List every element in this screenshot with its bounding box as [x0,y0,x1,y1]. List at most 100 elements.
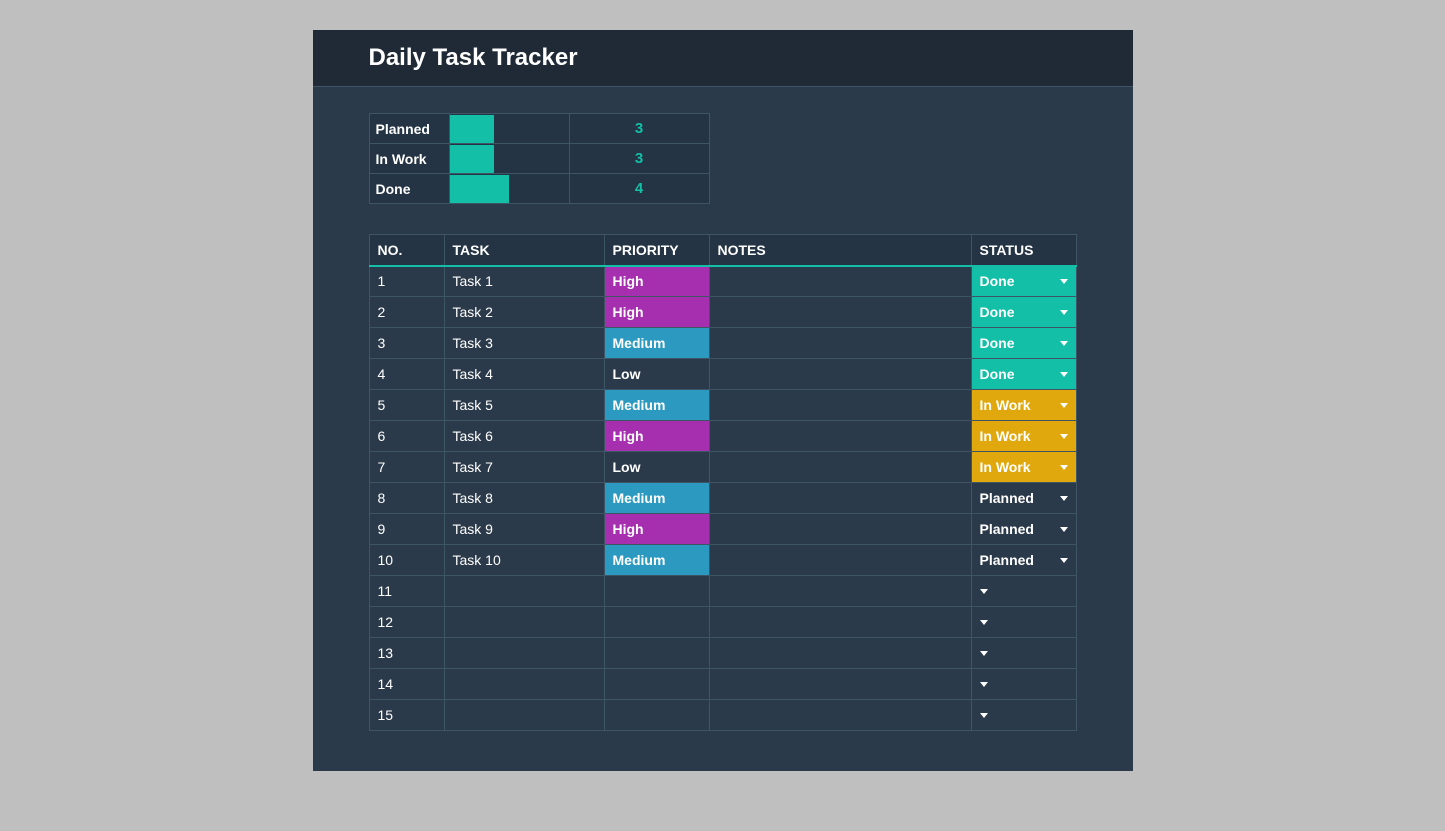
cell-notes[interactable] [709,452,971,483]
cell-notes[interactable] [709,297,971,328]
cell-no[interactable]: 7 [369,452,444,483]
cell-status[interactable]: Done [971,359,1076,390]
cell-priority[interactable] [604,638,709,669]
cell-status[interactable]: Done [971,328,1076,359]
cell-task[interactable]: Task 6 [444,421,604,452]
cell-status[interactable] [971,607,1076,638]
cell-priority[interactable]: High [604,297,709,328]
cell-priority[interactable]: High [604,421,709,452]
cell-notes[interactable] [709,483,971,514]
status-dropdown[interactable]: Done [972,328,1076,358]
priority-badge: High [605,267,709,297]
status-dropdown[interactable] [972,607,1076,637]
status-dropdown[interactable] [972,576,1076,606]
cell-notes[interactable] [709,545,971,576]
cell-task-text: Task 3 [445,335,604,351]
cell-priority[interactable] [604,700,709,731]
cell-no[interactable]: 2 [369,297,444,328]
cell-status[interactable] [971,700,1076,731]
cell-task[interactable] [444,607,604,638]
chevron-down-icon [980,651,988,656]
cell-no[interactable]: 5 [369,390,444,421]
cell-status[interactable]: Planned [971,545,1076,576]
status-dropdown[interactable]: Planned [972,514,1076,544]
cell-task[interactable]: Task 4 [444,359,604,390]
cell-priority[interactable] [604,576,709,607]
cell-notes[interactable] [709,266,971,297]
cell-no[interactable]: 14 [369,669,444,700]
status-dropdown[interactable] [972,669,1076,699]
cell-priority[interactable]: High [604,514,709,545]
cell-notes[interactable] [709,700,971,731]
cell-status[interactable]: In Work [971,421,1076,452]
cell-task[interactable] [444,700,604,731]
cell-notes[interactable] [709,359,971,390]
chevron-down-icon [1060,310,1068,315]
cell-task[interactable]: Task 5 [444,390,604,421]
col-header-priority: PRIORITY [604,235,709,266]
cell-priority[interactable] [604,607,709,638]
cell-status[interactable]: In Work [971,452,1076,483]
cell-no[interactable]: 9 [369,514,444,545]
cell-no[interactable]: 12 [369,607,444,638]
cell-task[interactable] [444,669,604,700]
cell-notes[interactable] [709,421,971,452]
priority-label: Low [613,366,641,382]
cell-notes[interactable] [709,607,971,638]
cell-priority[interactable]: Medium [604,483,709,514]
status-dropdown[interactable] [972,638,1076,668]
cell-priority[interactable]: Medium [604,328,709,359]
status-dropdown[interactable]: Planned [972,545,1076,575]
cell-priority[interactable]: Low [604,452,709,483]
cell-notes[interactable] [709,390,971,421]
cell-status[interactable]: In Work [971,390,1076,421]
cell-no[interactable]: 11 [369,576,444,607]
cell-no[interactable]: 8 [369,483,444,514]
cell-task[interactable] [444,638,604,669]
cell-priority[interactable]: Medium [604,545,709,576]
status-dropdown[interactable]: In Work [972,452,1076,482]
cell-no[interactable]: 4 [369,359,444,390]
cell-task-text: Task 1 [445,273,604,289]
cell-notes[interactable] [709,638,971,669]
cell-no[interactable]: 1 [369,266,444,297]
status-dropdown[interactable]: Done [972,297,1076,327]
cell-no[interactable]: 6 [369,421,444,452]
cell-notes[interactable] [709,576,971,607]
cell-priority[interactable]: Medium [604,390,709,421]
cell-priority[interactable]: Low [604,359,709,390]
cell-task[interactable]: Task 10 [444,545,604,576]
cell-priority[interactable] [604,669,709,700]
cell-task[interactable] [444,576,604,607]
status-dropdown[interactable]: In Work [972,390,1076,420]
cell-task[interactable]: Task 1 [444,266,604,297]
cell-task[interactable]: Task 8 [444,483,604,514]
cell-task[interactable]: Task 3 [444,328,604,359]
status-dropdown[interactable]: Planned [972,483,1076,513]
cell-notes[interactable] [709,669,971,700]
cell-status[interactable]: Planned [971,483,1076,514]
status-dropdown[interactable]: In Work [972,421,1076,451]
status-dropdown[interactable] [972,700,1076,730]
cell-no-text: 10 [370,552,444,568]
cell-no[interactable]: 15 [369,700,444,731]
cell-no-text: 13 [370,645,444,661]
cell-no[interactable]: 10 [369,545,444,576]
status-dropdown[interactable]: Done [972,267,1076,297]
cell-task[interactable]: Task 2 [444,297,604,328]
cell-notes[interactable] [709,328,971,359]
cell-notes[interactable] [709,514,971,545]
cell-priority[interactable]: High [604,266,709,297]
cell-status[interactable]: Done [971,266,1076,297]
cell-task[interactable]: Task 9 [444,514,604,545]
cell-no[interactable]: 3 [369,328,444,359]
cell-status[interactable] [971,638,1076,669]
status-dropdown[interactable]: Done [972,359,1076,389]
cell-task[interactable]: Task 7 [444,452,604,483]
priority-label: Medium [613,552,666,568]
cell-status[interactable] [971,669,1076,700]
cell-no[interactable]: 13 [369,638,444,669]
cell-status[interactable] [971,576,1076,607]
cell-status[interactable]: Planned [971,514,1076,545]
cell-status[interactable]: Done [971,297,1076,328]
